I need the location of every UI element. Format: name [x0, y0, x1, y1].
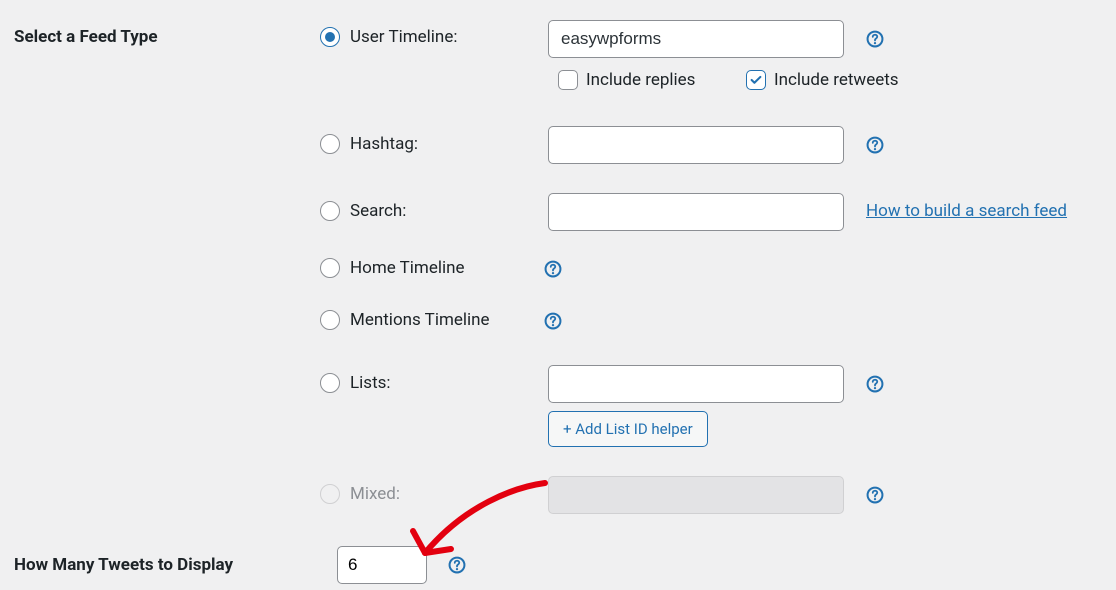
label-include-retweets: Include retweets	[774, 70, 899, 90]
label-include-replies: Include replies	[586, 70, 695, 90]
radio-label-lists: Lists:	[350, 373, 391, 393]
checkbox-include-retweets[interactable]	[746, 70, 766, 90]
section-feed-type-label: Select a Feed Type	[14, 27, 158, 47]
check-row-include-retweets: Include retweets	[746, 70, 899, 90]
radio-hashtag[interactable]	[320, 134, 340, 154]
radio-label-user-timeline: User Timeline:	[350, 27, 457, 47]
radio-label-mentions-timeline: Mentions Timeline	[350, 310, 490, 330]
checkbox-include-replies[interactable]	[558, 70, 578, 90]
radio-mixed	[320, 484, 340, 504]
input-tweet-count[interactable]	[337, 546, 427, 584]
radio-label-search: Search:	[350, 201, 406, 221]
radio-row-search: Search:	[320, 201, 406, 221]
radio-search[interactable]	[320, 201, 340, 221]
radio-label-hashtag: Hashtag:	[350, 134, 418, 154]
radio-lists[interactable]	[320, 373, 340, 393]
radio-row-home-timeline: Home Timeline	[320, 258, 465, 278]
input-hashtag[interactable]	[548, 126, 844, 164]
radio-label-mixed: Mixed:	[350, 484, 400, 504]
input-lists[interactable]	[548, 365, 844, 403]
section-tweet-count-label: How Many Tweets to Display	[14, 555, 233, 575]
help-icon[interactable]	[448, 556, 466, 574]
radio-mentions-timeline[interactable]	[320, 310, 340, 330]
radio-home-timeline[interactable]	[320, 258, 340, 278]
radio-row-user-timeline: User Timeline:	[320, 27, 457, 47]
check-row-include-replies: Include replies	[558, 70, 695, 90]
help-icon[interactable]	[866, 486, 884, 504]
radio-label-home-timeline: Home Timeline	[350, 258, 465, 278]
help-icon[interactable]	[866, 136, 884, 154]
help-icon[interactable]	[866, 30, 884, 48]
help-icon[interactable]	[544, 260, 562, 278]
input-user-timeline[interactable]	[548, 20, 844, 58]
help-icon[interactable]	[866, 375, 884, 393]
input-search[interactable]	[548, 193, 844, 231]
radio-row-mixed: Mixed:	[320, 484, 400, 504]
radio-row-mentions-timeline: Mentions Timeline	[320, 310, 490, 330]
radio-row-hashtag: Hashtag:	[320, 134, 418, 154]
link-search-help[interactable]: How to build a search feed	[866, 201, 1067, 221]
button-add-list-id-helper[interactable]: + Add List ID helper	[548, 411, 708, 447]
radio-user-timeline[interactable]	[320, 27, 340, 47]
help-icon[interactable]	[544, 312, 562, 330]
input-mixed	[548, 476, 844, 514]
radio-row-lists: Lists:	[320, 373, 391, 393]
